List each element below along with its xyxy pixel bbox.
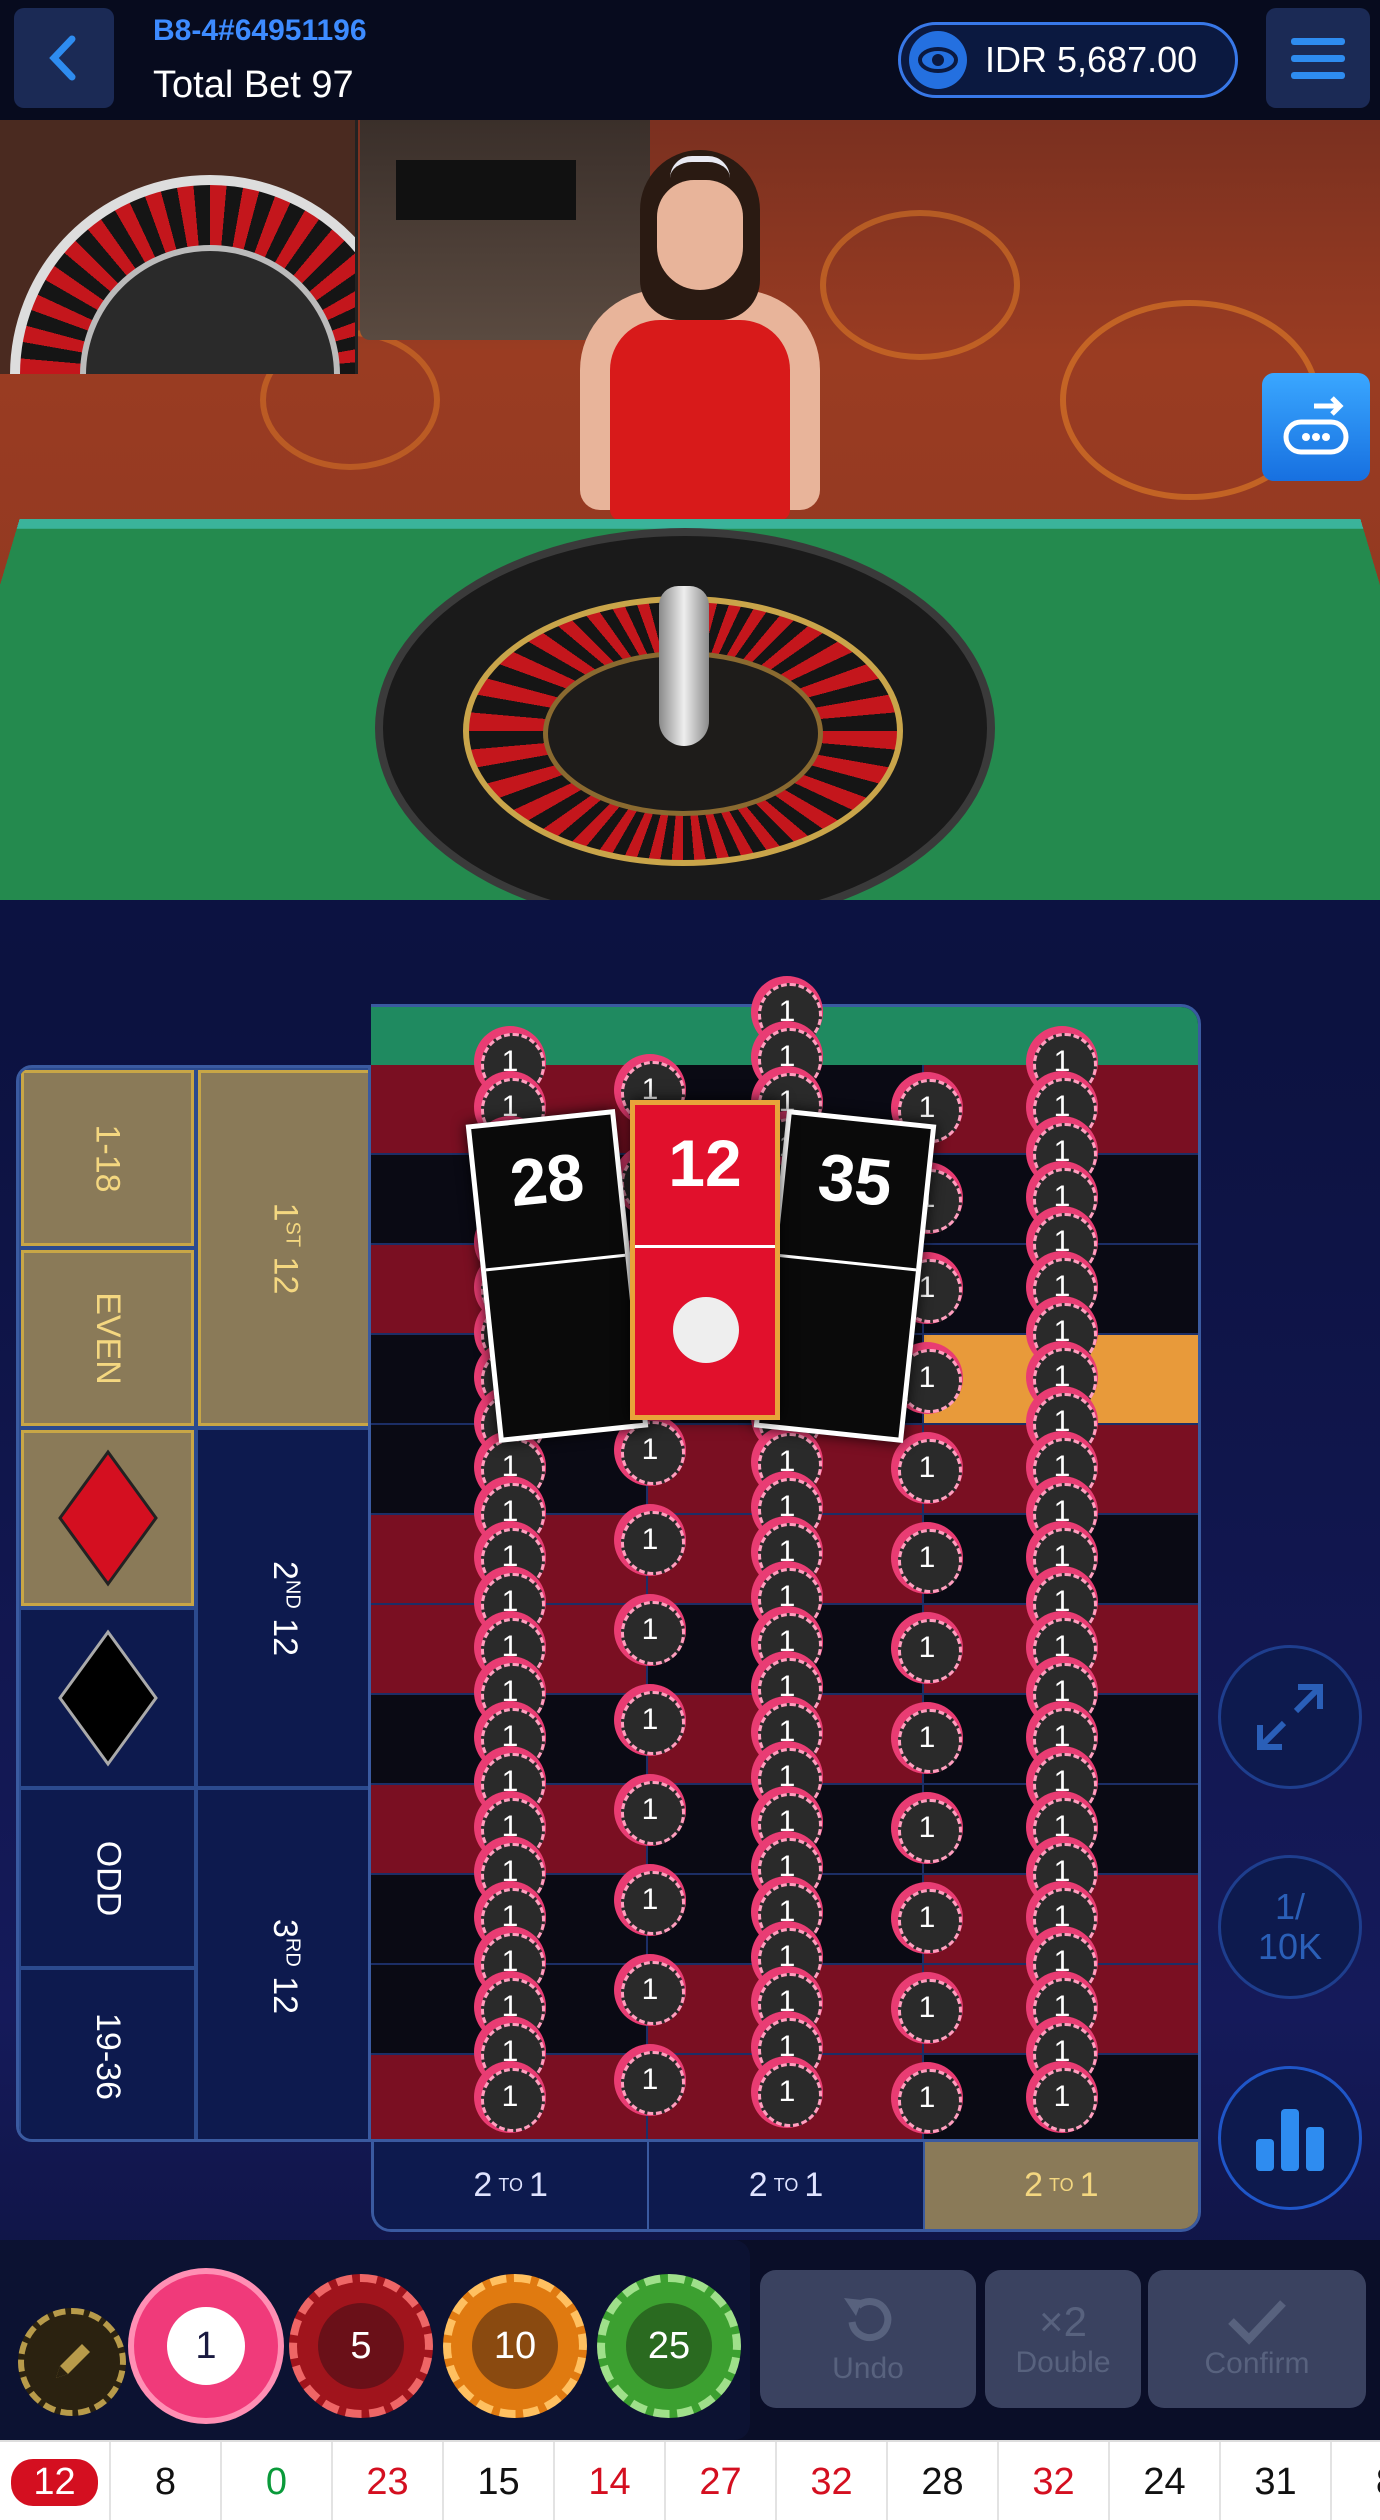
checkmark-icon	[1228, 2300, 1286, 2345]
roulette-screen: B8-4#64951196 Total Bet 97 IDR 5,687.00	[0, 0, 1380, 2520]
placed-chip[interactable]: 1	[891, 1882, 963, 1954]
placed-chip[interactable]: 1	[891, 2062, 963, 2134]
switch-view-button[interactable]	[1262, 373, 1370, 481]
result-card-right: 35	[753, 1109, 937, 1443]
bet-even[interactable]: EVEN	[19, 1248, 196, 1428]
confirm-button[interactable]: Confirm	[1148, 2270, 1366, 2408]
undo-icon	[844, 2298, 892, 2342]
hamburger-icon	[1291, 37, 1345, 45]
chip-1[interactable]: 1	[134, 2274, 278, 2418]
bet-column-2[interactable]: 2 TO 1	[649, 2142, 925, 2229]
placed-chip[interactable]: 1	[614, 1594, 686, 1666]
history-item: 32	[777, 2442, 888, 2520]
column-bets: 2 TO 1 2 TO 1 2 TO 1	[371, 2142, 1201, 2232]
result-cards: 28 35 12	[465, 1100, 940, 1443]
eye-icon[interactable]	[909, 31, 967, 89]
live-video	[0, 120, 1380, 900]
wheel-closeup-view[interactable]	[0, 120, 358, 374]
history-item: 8	[1332, 2442, 1380, 2520]
edit-chips-button[interactable]	[18, 2308, 126, 2416]
total-bet: Total Bet 97	[153, 64, 354, 106]
history-item: 14	[555, 2442, 666, 2520]
placed-chip[interactable]: 1	[1026, 2061, 1098, 2133]
history-item: 23	[333, 2442, 444, 2520]
result-history: 12802315142732283224318	[0, 2440, 1380, 2520]
statistics-button[interactable]	[1218, 2066, 1362, 2210]
undo-button[interactable]: Undo	[760, 2270, 976, 2408]
history-item: 28	[888, 2442, 999, 2520]
chip-selector: 1 5 10 25	[0, 2240, 750, 2440]
bet-limit-button[interactable]: 1/ 10K	[1218, 1855, 1362, 1999]
placed-chip[interactable]: 1	[751, 2056, 823, 2128]
switch-camera-icon	[1283, 396, 1349, 455]
round-id: B8-4#64951196	[153, 14, 367, 47]
history-item: 0	[222, 2442, 333, 2520]
bet-column-1[interactable]: 2 TO 1	[374, 2142, 650, 2229]
chip-10[interactable]: 10	[443, 2274, 587, 2418]
bet-odd[interactable]: ODD	[19, 1788, 196, 1968]
ball-icon	[673, 1297, 739, 1363]
bar-chart-icon	[1256, 2109, 1324, 2171]
chip-5[interactable]: 5	[289, 2274, 433, 2418]
history-item: 8	[111, 2442, 222, 2520]
bet-3rd-12[interactable]: 3RD 12	[196, 1788, 368, 2139]
placed-chip[interactable]: 1	[614, 1504, 686, 1576]
placed-chip[interactable]: 1	[614, 1684, 686, 1756]
history-item: 32	[999, 2442, 1110, 2520]
back-button[interactable]	[14, 8, 114, 108]
placed-chip[interactable]: 1	[614, 1954, 686, 2026]
bet-1-18[interactable]: 1-18	[19, 1068, 196, 1248]
red-diamond-icon	[57, 1449, 158, 1587]
result-card-winning: 12	[630, 1100, 780, 1420]
bet-red[interactable]	[19, 1428, 196, 1608]
placed-chip[interactable]: 1	[614, 1864, 686, 1936]
history-item: 27	[666, 2442, 777, 2520]
dealer	[540, 150, 860, 530]
expand-icon	[1257, 1684, 1323, 1750]
history-item: 31	[1221, 2442, 1332, 2520]
result-card-left: 28	[465, 1109, 649, 1443]
history-item: 12	[0, 2442, 111, 2520]
black-diamond-icon	[57, 1629, 158, 1767]
pencil-icon	[56, 2344, 90, 2378]
chip-25[interactable]: 25	[597, 2274, 741, 2418]
menu-button[interactable]	[1266, 8, 1370, 108]
placed-chip[interactable]: 1	[891, 1612, 963, 1684]
placed-chip[interactable]: 1	[474, 2061, 546, 2133]
bottom-controls: 1 5 10 25 Undo ×2 Double Confirm	[0, 2240, 1380, 2440]
placed-chip[interactable]: 1	[614, 1774, 686, 1846]
balance-pill[interactable]: IDR 5,687.00	[898, 22, 1238, 98]
top-bar: B8-4#64951196 Total Bet 97 IDR 5,687.00	[0, 0, 1380, 120]
placed-chip[interactable]: 1	[891, 1702, 963, 1774]
bet-column-3[interactable]: 2 TO 1	[924, 2142, 1198, 2229]
history-item: 15	[444, 2442, 555, 2520]
bet-black[interactable]	[19, 1608, 196, 1788]
bet-19-36[interactable]: 19-36	[19, 1968, 196, 2139]
placed-chip[interactable]: 1	[891, 1972, 963, 2044]
history-item: 24	[1110, 2442, 1221, 2520]
balance-value: IDR 5,687.00	[985, 39, 1198, 80]
bet-1st-12[interactable]: 1ST 12	[196, 1068, 368, 1428]
placed-chip[interactable]: 1	[614, 2044, 686, 2116]
double-button[interactable]: ×2 Double	[985, 2270, 1141, 2408]
bet-2nd-12[interactable]: 2ND 12	[196, 1428, 368, 1788]
chevron-left-icon	[49, 35, 76, 81]
fullscreen-button[interactable]	[1218, 1645, 1362, 1789]
placed-chip[interactable]: 1	[891, 1522, 963, 1594]
placed-chip[interactable]: 1	[891, 1792, 963, 1864]
outside-bets: 1-18 EVEN ODD 19-36 1ST 12 2ND 12 3RD 12	[16, 1065, 371, 2142]
